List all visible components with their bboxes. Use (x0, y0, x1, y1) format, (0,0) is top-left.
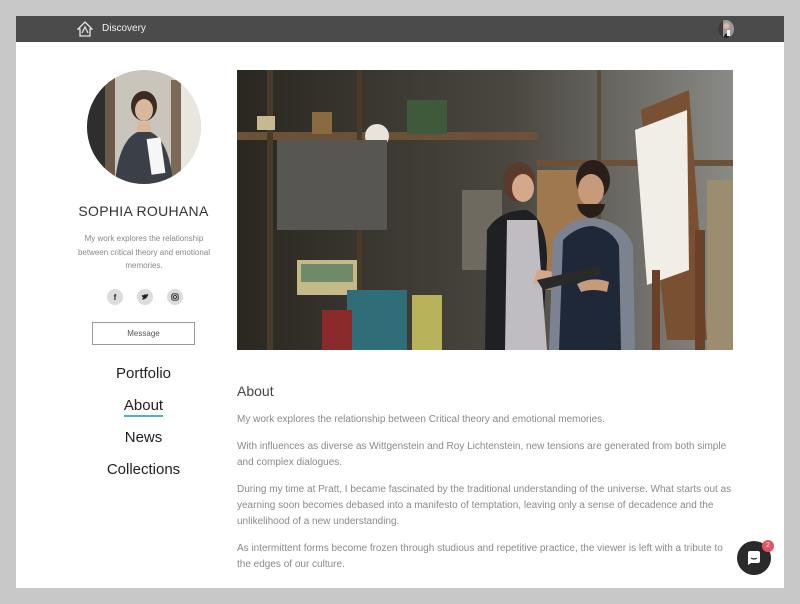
profile-bio: My work explores the relationship betwee… (77, 234, 211, 270)
user-avatar[interactable] (718, 20, 734, 38)
instagram-icon[interactable] (167, 289, 183, 305)
profile-name: SOPHIA ROUHANA (78, 203, 209, 219)
nav-item-collections[interactable]: Collections (56, 460, 231, 492)
nav-item-portfolio[interactable]: Portfolio (56, 364, 231, 396)
about-paragraph: My work explores the relationship betwee… (237, 414, 605, 425)
about-heading: About (237, 383, 274, 399)
nav-item-about[interactable]: About (56, 396, 231, 428)
hero-image (237, 70, 733, 350)
twitter-icon[interactable] (137, 289, 153, 305)
chat-icon (748, 551, 760, 565)
brand-name[interactable]: Discovery (102, 22, 146, 36)
page-frame: Discovery SOPHIA ROUHANA My work explore… (16, 16, 784, 588)
message-button[interactable]: Message (92, 322, 195, 345)
notification-badge: 2 (762, 540, 774, 552)
about-body: My work explores the relationship betwee… (237, 412, 732, 584)
about-paragraph: As intermittent forms become frozen thro… (237, 543, 723, 570)
nav-item-news[interactable]: News (56, 428, 231, 460)
facebook-icon[interactable]: f (107, 289, 123, 305)
about-paragraph: During my time at Pratt, I became fascin… (237, 484, 732, 527)
about-paragraph: With influences as diverse as Wittgenste… (237, 441, 727, 468)
sidebar-nav: Portfolio About News Collections (56, 364, 231, 492)
house-logo-icon[interactable] (77, 21, 93, 37)
profile-photo (87, 70, 201, 184)
top-bar: Discovery (16, 16, 784, 42)
social-links: f (107, 289, 183, 305)
